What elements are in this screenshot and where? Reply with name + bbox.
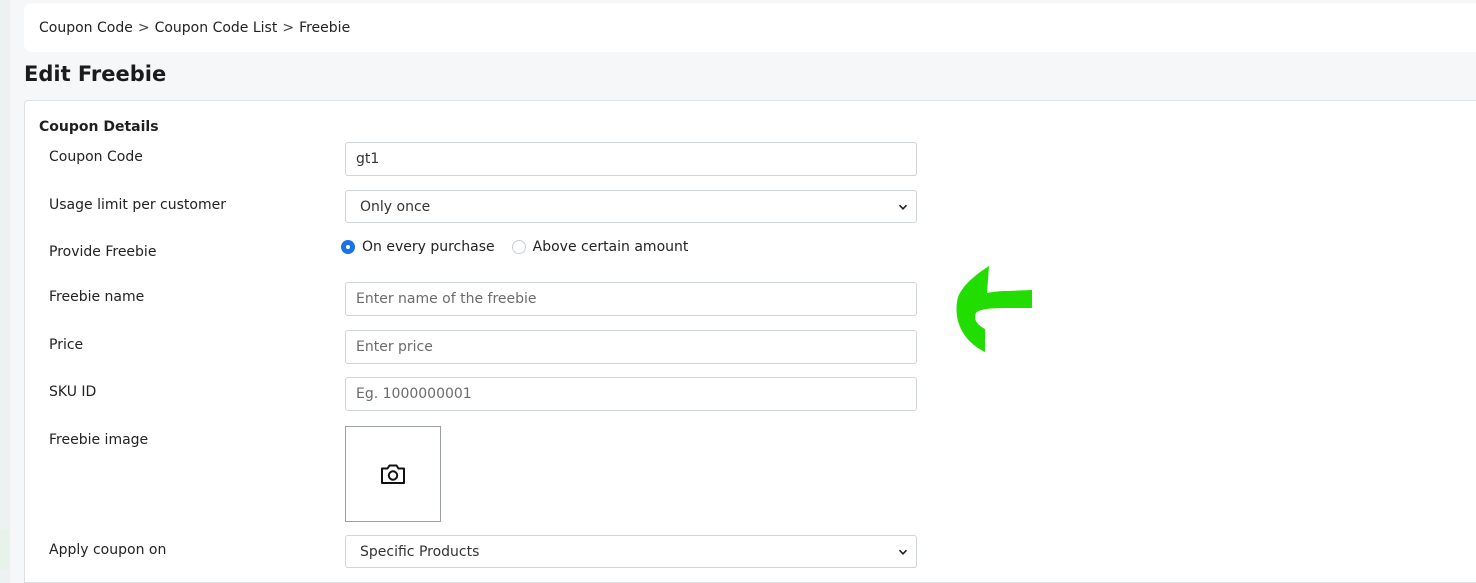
freebie-image-upload[interactable] [345, 426, 441, 522]
usage-limit-label: Usage limit per customer [49, 197, 226, 213]
breadcrumb-separator: > [282, 19, 295, 36]
sku-id-input[interactable] [345, 377, 917, 411]
section-title: Coupon Details [39, 119, 159, 135]
breadcrumb: Coupon Code > Coupon Code List > Freebie [24, 3, 1476, 52]
radio-above-amount[interactable]: Above certain amount [511, 239, 689, 255]
usage-limit-value: Only once [360, 198, 431, 215]
chevron-down-icon [898, 549, 908, 555]
apply-coupon-label: Apply coupon on [49, 542, 167, 558]
arrow-left-annotation [956, 266, 1032, 352]
chevron-down-icon [898, 204, 908, 210]
apply-coupon-select[interactable]: Specific Products [345, 535, 917, 568]
radio-selected-indicator[interactable] [341, 240, 355, 254]
breadcrumb-coupon-code-list[interactable]: Coupon Code List [155, 20, 278, 36]
breadcrumb-current: Freebie [299, 19, 351, 36]
usage-limit-select[interactable]: Only once [345, 190, 917, 223]
freebie-name-input[interactable] [345, 282, 917, 316]
provide-freebie-radio-group: On every purchase Above certain amount [341, 239, 705, 255]
page-title: Edit Freebie [24, 62, 167, 86]
price-input[interactable] [345, 330, 917, 364]
coupon-details-card: Coupon Details Coupon Code Usage limit p… [24, 100, 1476, 583]
apply-coupon-value: Specific Products [360, 543, 480, 560]
radio-unselected-indicator[interactable] [511, 240, 526, 254]
breadcrumb-coupon-code[interactable]: Coupon Code [39, 20, 133, 36]
camera-icon [381, 464, 405, 484]
breadcrumb-separator: > [137, 19, 150, 36]
freebie-name-label: Freebie name [49, 289, 145, 305]
left-sidebar-accent [0, 530, 10, 570]
radio-every-purchase-label: On every purchase [362, 239, 495, 255]
freebie-image-label: Freebie image [49, 432, 149, 448]
radio-above-amount-label: Above certain amount [532, 239, 689, 255]
sku-id-label: SKU ID [49, 384, 97, 400]
left-sidebar-strip [0, 0, 10, 583]
provide-freebie-label: Provide Freebie [49, 244, 157, 260]
coupon-code-input[interactable] [345, 142, 917, 176]
radio-every-purchase[interactable]: On every purchase [341, 239, 495, 255]
coupon-code-label: Coupon Code [49, 149, 143, 165]
price-label: Price [49, 337, 84, 353]
